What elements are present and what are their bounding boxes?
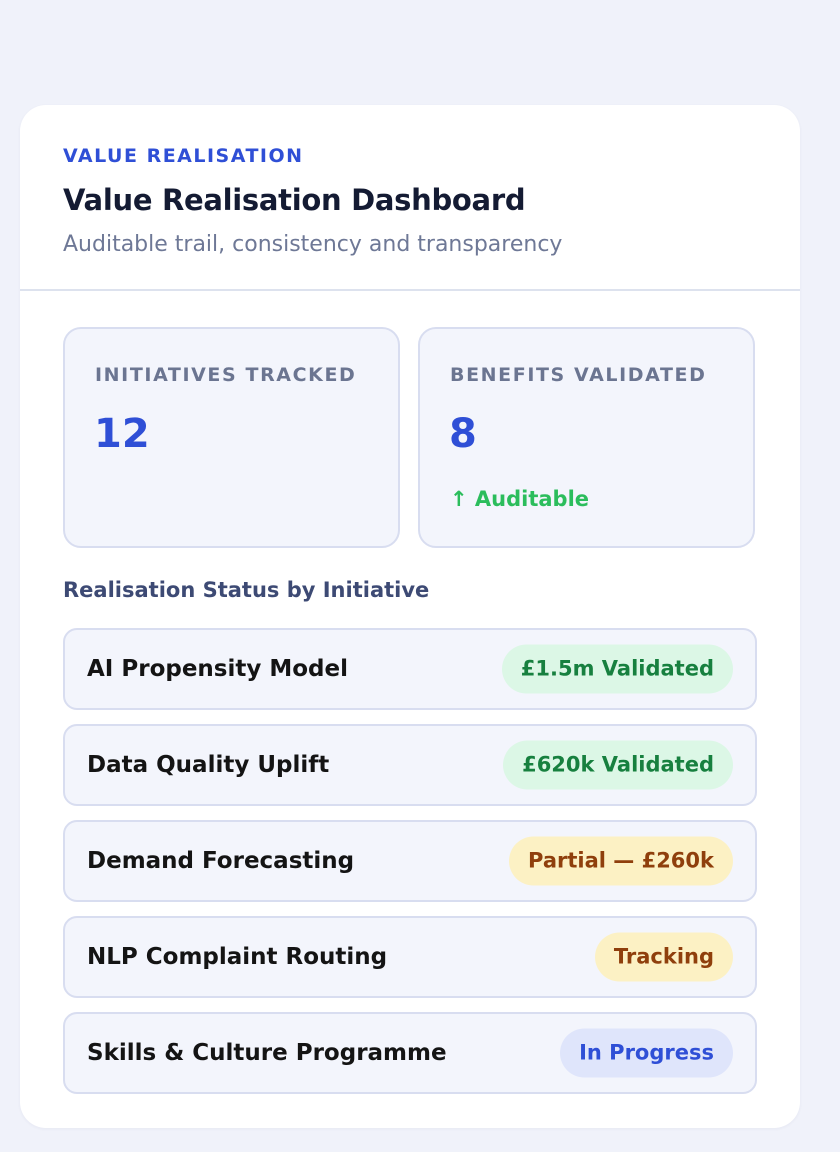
- eyebrow-label: VALUE REALISATION: [63, 145, 304, 167]
- stat-label: BENEFITS VALIDATED: [450, 364, 707, 386]
- status-badge: Tracking: [594, 932, 733, 982]
- list-item[interactable]: Data Quality Uplift £620k Validated: [63, 724, 757, 806]
- list-item[interactable]: NLP Complaint Routing Tracking: [63, 916, 757, 998]
- stat-value: 8: [449, 411, 477, 457]
- initiative-name: Demand Forecasting: [87, 848, 355, 874]
- status-badge: In Progress: [560, 1028, 733, 1078]
- initiative-name: NLP Complaint Routing: [87, 944, 388, 970]
- list-item[interactable]: Skills & Culture Programme In Progress: [63, 1012, 757, 1094]
- stat-label: INITIATIVES TRACKED: [95, 364, 357, 386]
- page-subtitle: Auditable trail, consistency and transpa…: [63, 232, 563, 257]
- value-realisation-card: VALUE REALISATION Value Realisation Dash…: [20, 105, 800, 1128]
- initiative-list: AI Propensity Model £1.5m Validated Data…: [63, 628, 757, 1108]
- list-item[interactable]: Demand Forecasting Partial — £260k: [63, 820, 757, 902]
- page-title: Value Realisation Dashboard: [63, 183, 526, 217]
- status-badge: £620k Validated: [503, 740, 733, 790]
- status-badge: £1.5m Validated: [501, 644, 733, 694]
- list-item[interactable]: AI Propensity Model £1.5m Validated: [63, 628, 757, 710]
- stat-card-benefits-validated: BENEFITS VALIDATED 8 ↑ Auditable: [418, 327, 755, 548]
- initiative-name: AI Propensity Model: [87, 656, 349, 682]
- stat-value: 12: [94, 411, 150, 457]
- card-header: VALUE REALISATION Value Realisation Dash…: [20, 105, 800, 291]
- auditable-trend-note: ↑ Auditable: [450, 487, 590, 511]
- section-title: Realisation Status by Initiative: [63, 578, 430, 602]
- stat-card-initiatives-tracked: INITIATIVES TRACKED 12: [63, 327, 400, 548]
- status-badge: Partial — £260k: [509, 836, 733, 886]
- initiative-name: Skills & Culture Programme: [87, 1040, 447, 1066]
- initiative-name: Data Quality Uplift: [87, 752, 330, 778]
